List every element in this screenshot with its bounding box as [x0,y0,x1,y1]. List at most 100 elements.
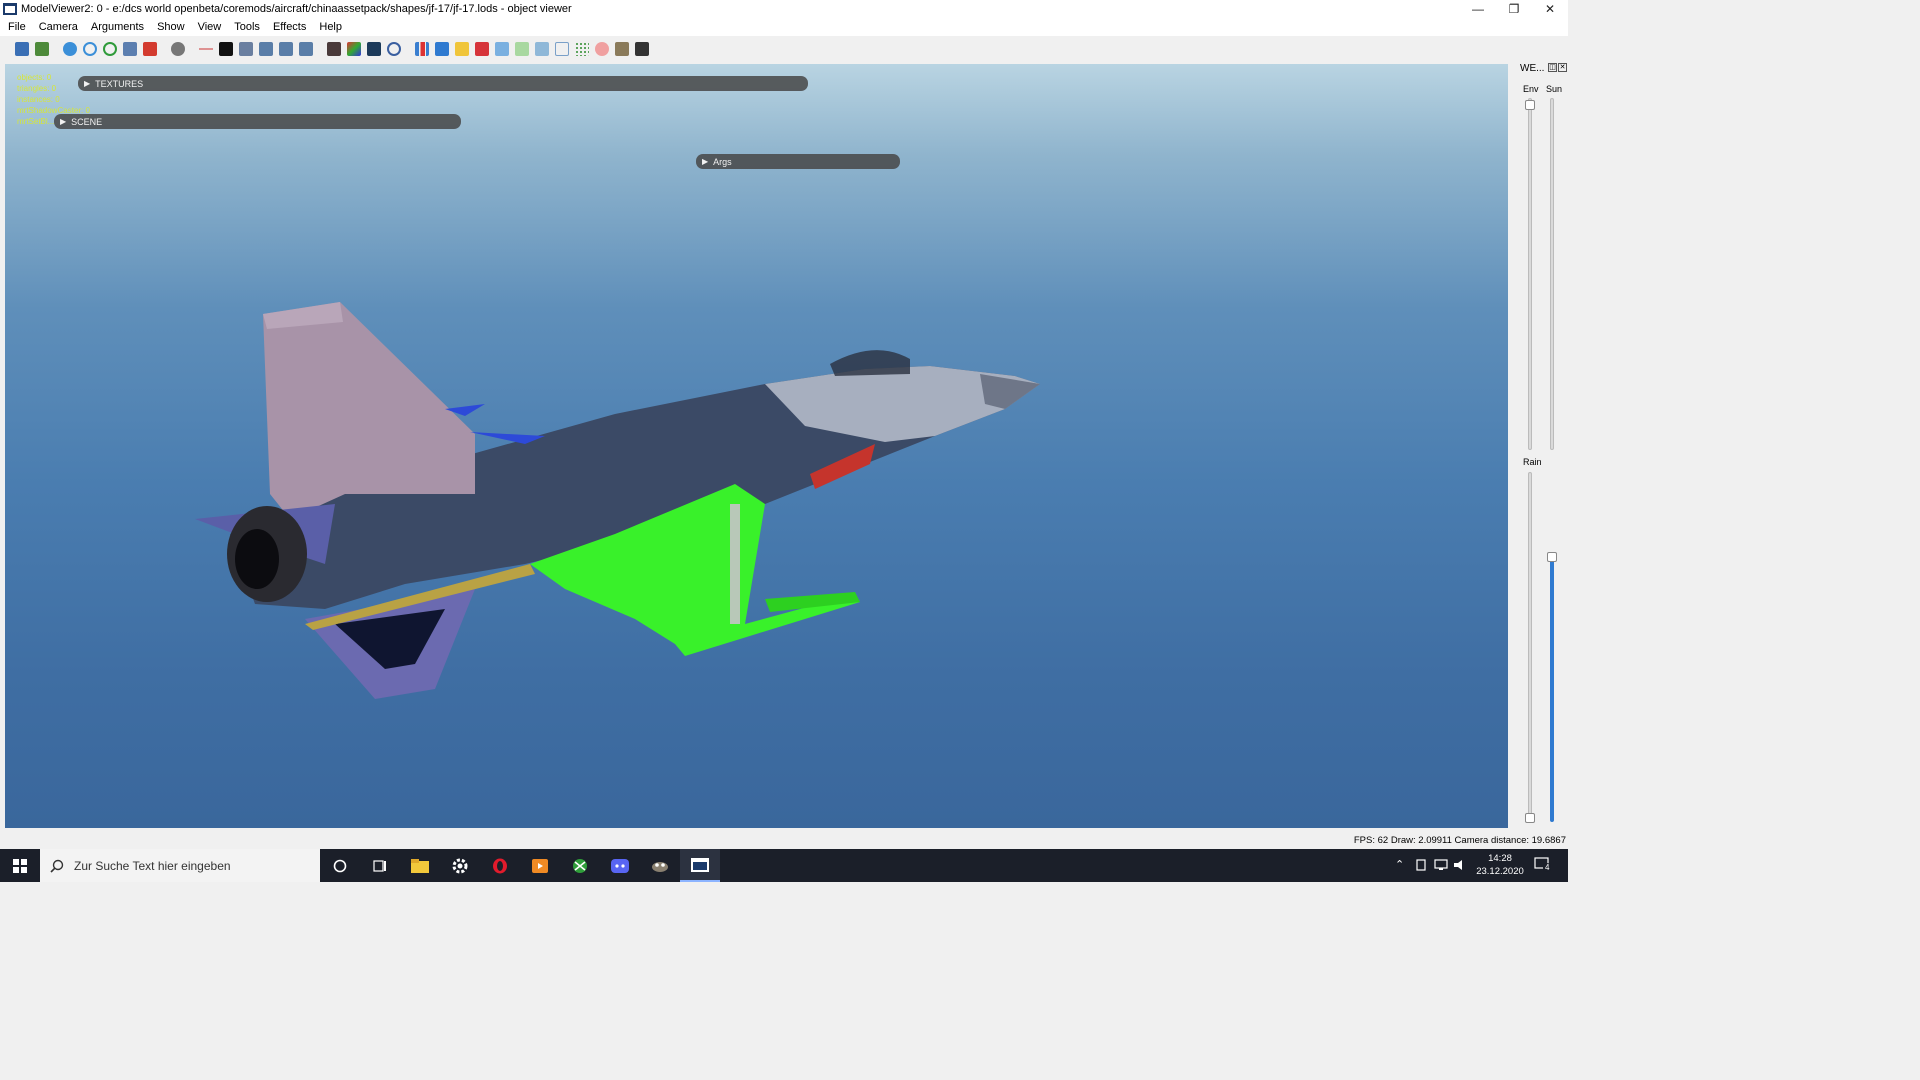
menu-bar: File Camera Arguments Show View Tools Ef… [0,18,1568,36]
menu-arguments[interactable]: Arguments [83,21,149,33]
menu-view[interactable]: View [190,21,227,33]
app-icon [3,3,17,15]
pdf-icon[interactable] [143,42,157,56]
3d-viewport[interactable]: objects: 0 triangles: 0 instances: 0 mrt… [5,64,1508,828]
menu-camera[interactable]: Camera [31,21,83,33]
scene-panel-header[interactable]: ▶ SCENE [54,114,461,129]
settings-gear-icon[interactable] [440,849,480,882]
args-panel-title: Args [713,156,732,167]
clock-date: 23.12.2020 [1476,866,1524,877]
cone-icon[interactable] [259,42,273,56]
sun-label: Sun [1546,84,1563,94]
pilot-icon[interactable] [635,42,649,56]
dots-grid-icon[interactable] [575,42,589,56]
filter-icon[interactable] [239,42,253,56]
close-button[interactable]: ✕ [1532,0,1568,18]
args-panel-header[interactable]: ▶ Args [696,154,900,169]
rotate-icon[interactable] [83,42,97,56]
sun-slider-track[interactable] [1550,98,1554,450]
target-icon[interactable] [595,42,609,56]
maximize-button[interactable]: ❐ [1496,0,1532,18]
color-icon[interactable] [347,42,361,56]
env-slider-track[interactable] [1528,98,1532,450]
env-slider-thumb[interactable] [1525,100,1535,110]
sphere-icon[interactable] [63,42,77,56]
rain-slider-track[interactable] [1528,472,1532,822]
reload-model-icon[interactable] [35,42,49,56]
toolbar [0,38,1568,60]
network-icon[interactable] [1434,859,1448,871]
minimize-button[interactable]: — [1460,0,1496,18]
dock-button[interactable]: ◫ [1548,63,1557,72]
scene-panel-title: SCENE [71,116,103,127]
app-root: ModelViewer2: 0 - e:/dcs world openbeta/… [0,0,1568,882]
cube-green-icon[interactable] [515,42,529,56]
clock-time: 14:28 [1488,853,1512,864]
title-bar: ModelViewer2: 0 - e:/dcs world openbeta/… [0,0,1568,18]
cube-blue-icon[interactable] [435,42,449,56]
person-icon[interactable] [615,42,629,56]
windows-icon [13,858,27,873]
cube-light-icon[interactable] [495,42,509,56]
textures-panel-header[interactable]: ▶ TEXTURES [78,76,808,91]
expand-triangle-icon: ▶ [84,79,91,88]
arrow-right-icon[interactable] [279,42,293,56]
start-button[interactable] [0,849,40,882]
menu-tools[interactable]: Tools [226,21,265,33]
crosshair-icon[interactable] [199,42,213,56]
camera-target-icon[interactable] [171,42,185,56]
grid-icon[interactable] [555,42,569,56]
rain-label: Rain [1523,457,1542,467]
discord-icon[interactable] [600,849,640,882]
search-placeholder: Zur Suche Text hier eingeben [74,858,231,873]
action-center-button[interactable]: 4 [1534,857,1552,873]
bar-chart-icon[interactable] [415,42,429,56]
folder-icon[interactable] [455,42,469,56]
taskbar-search[interactable]: Zur Suche Text hier eingeben [40,849,320,882]
cortana-icon[interactable] [320,849,360,882]
modelviewer-taskbar-icon[interactable] [680,849,720,882]
menu-show[interactable]: Show [149,21,190,33]
grid-box-icon[interactable] [219,42,233,56]
search-icon [50,859,64,873]
window-title: ModelViewer2: 0 - e:/dcs world openbeta/… [21,3,572,15]
xbox-icon[interactable] [560,849,600,882]
refresh-icon[interactable] [103,42,117,56]
textures-panel-title: TEXTURES [95,78,144,89]
menu-help[interactable]: Help [311,21,347,33]
status-bar: FPS: 62 Draw: 2.09911 Camera distance: 1… [0,832,1568,849]
menu-effects[interactable]: Effects [265,21,311,33]
weather-panel-title: WE... [1520,63,1545,74]
rain-intensity-thumb[interactable] [1547,552,1557,562]
menu-file[interactable]: File [0,21,31,33]
screenshot-icon[interactable] [123,42,137,56]
expand-triangle-icon: ▶ [60,117,67,126]
media-player-icon[interactable] [520,849,560,882]
env-label: Env [1523,84,1539,94]
monitor-icon[interactable] [367,42,381,56]
axes-icon[interactable] [535,42,549,56]
stat-line: instances: 0 [17,95,60,104]
clock[interactable]: 14:28 23.12.2020 [1470,852,1530,878]
save-icon[interactable] [15,42,29,56]
arrow-left-icon[interactable] [299,42,313,56]
jf17-model [195,302,1040,699]
taskbar: Zur Suche Text hier eingeben ⌃ 14:28 23.… [0,849,1568,882]
sun-rain-slider-fill[interactable] [1550,555,1554,822]
show-hidden-icons-icon[interactable]: ⌃ [1395,858,1404,871]
volume-icon[interactable] [1453,859,1467,871]
device-icon[interactable] [1416,859,1428,871]
task-view-icon[interactable] [360,849,400,882]
gimp-icon[interactable] [640,849,680,882]
opera-icon[interactable] [480,849,520,882]
notification-count-badge: 4 [1543,863,1552,872]
cube-red-icon[interactable] [475,42,489,56]
undo-icon[interactable] [387,42,401,56]
file-explorer-icon[interactable] [400,849,440,882]
rain-slider-thumb[interactable] [1525,813,1535,823]
status-text: FPS: 62 Draw: 2.09911 Camera distance: 1… [1353,835,1566,846]
expand-triangle-icon: ▶ [702,157,709,166]
panel-close-button[interactable]: ✕ [1558,63,1567,72]
weather-panel: WE... ◫ ✕ Env Sun Rain [1512,60,1568,830]
texture-icon[interactable] [327,42,341,56]
